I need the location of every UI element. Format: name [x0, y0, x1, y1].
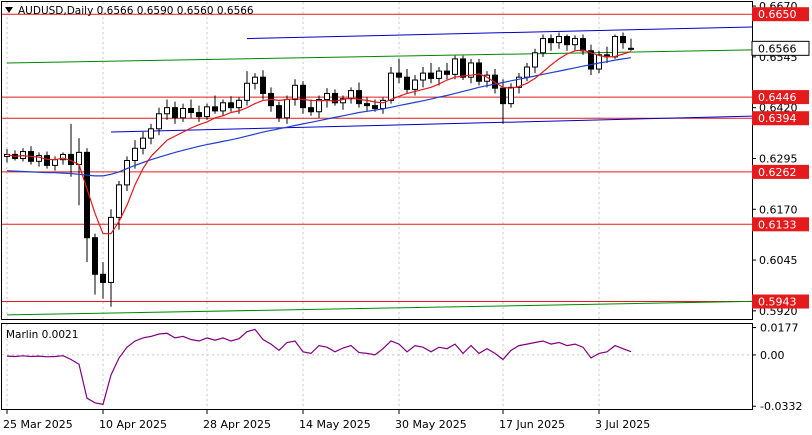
- candle-bear: [172, 107, 178, 119]
- price-tick-label: 0.6295: [759, 152, 798, 165]
- grid: [2, 2, 752, 409]
- candle-bear: [260, 76, 266, 94]
- candle-bear: [196, 112, 202, 118]
- candle-bull: [156, 113, 162, 130]
- candle-bull: [508, 86, 514, 105]
- candle-bull: [76, 151, 82, 166]
- candle-bear: [460, 58, 466, 78]
- candle-bear: [564, 36, 570, 46]
- level-label-text: 0.6394: [758, 112, 797, 125]
- candle-bear: [308, 107, 314, 113]
- marlin-label: Marlin 0.0021: [6, 329, 78, 341]
- candle-bear: [228, 102, 234, 109]
- main-plot-frame: [1, 1, 753, 320]
- candle-bull: [284, 99, 290, 119]
- indicator-plot-frame: [1, 323, 753, 410]
- trend-line: [6, 300, 753, 316]
- candle-bull: [132, 147, 138, 162]
- level-label-text: 0.6262: [758, 166, 797, 179]
- marlin-indicator: [6, 328, 632, 406]
- level-label-text: 0.6133: [758, 218, 797, 231]
- candle-bear: [364, 103, 370, 107]
- level-label-text: 0.6446: [758, 91, 797, 104]
- candle-bear: [212, 106, 218, 112]
- candle-bear: [580, 38, 586, 52]
- candle-bear: [300, 84, 306, 109]
- candle-bull: [540, 38, 546, 54]
- date-tick-label: 17 Jun 2025: [499, 418, 565, 431]
- candle-bull: [220, 102, 226, 112]
- moving-averages: [6, 49, 632, 235]
- candle-bull: [244, 82, 250, 101]
- symbol-header: AUDUSD,Daily 0.6566 0.6590 0.6560 0.6566: [18, 5, 254, 17]
- marlin-tick-label: 0.00: [760, 349, 785, 362]
- candle-bear: [444, 70, 450, 75]
- candle-bull: [140, 137, 146, 149]
- candle-bull: [180, 107, 186, 119]
- date-tick-label: 30 May 2025: [395, 418, 467, 431]
- price-axis: 0.66700.65450.64200.62950.61700.60450.59…: [752, 0, 802, 413]
- candle-bull: [532, 52, 538, 68]
- candle-bull: [524, 66, 530, 78]
- header-arrow-icon: [5, 7, 13, 13]
- chart-svg: 0.66700.65450.64200.62950.61700.60450.59…: [1, 0, 810, 431]
- candle-bull: [148, 128, 154, 139]
- current-price-label: 0.6566: [758, 42, 797, 55]
- candle-bear: [100, 273, 106, 283]
- candle-bull: [556, 36, 562, 44]
- trend-line: [246, 26, 753, 40]
- level-label-text: 0.6650: [758, 8, 797, 21]
- candle-bear: [356, 90, 362, 105]
- candle-bull: [612, 36, 618, 58]
- marlin-line: [6, 328, 632, 406]
- date-tick-label: 10 Apr 2025: [99, 418, 167, 431]
- candle-bear: [92, 237, 98, 275]
- candle-bull: [452, 58, 458, 75]
- price-tick-label: 0.6170: [759, 203, 798, 216]
- date-tick-label: 28 Apr 2025: [203, 418, 271, 431]
- candle-bull: [204, 106, 210, 118]
- date-tick-label: 25 Mar 2025: [3, 418, 73, 431]
- ma-fast-line: [6, 49, 632, 235]
- candle-bull: [252, 76, 258, 84]
- marlin-tick-label: -0.0332: [760, 400, 802, 413]
- date-tick-label: 3 Jul 2025: [595, 418, 650, 431]
- candle-bear: [188, 107, 194, 114]
- trend-line: [6, 49, 753, 64]
- candle-bull: [292, 84, 298, 101]
- candle-bull: [52, 159, 58, 166]
- candle-bear: [404, 76, 410, 90]
- candle-bull: [124, 160, 130, 186]
- candle-bull: [164, 107, 170, 115]
- candle-bull: [412, 79, 418, 90]
- candle-bear: [372, 105, 378, 109]
- candle-bear: [476, 62, 482, 82]
- candle-bull: [628, 47, 634, 50]
- candle-bear: [44, 155, 50, 166]
- candle-bull: [596, 54, 602, 70]
- price-tick-label: 0.6045: [759, 254, 798, 267]
- candle-bear: [500, 87, 506, 105]
- trend-lines: [6, 26, 753, 316]
- candle-bull: [420, 72, 426, 81]
- candle-bear: [276, 105, 282, 119]
- candle-bull: [108, 216, 114, 283]
- candle-bull: [236, 99, 242, 109]
- candle-bull: [388, 72, 394, 101]
- candle-bear: [396, 72, 402, 78]
- candle-bear: [428, 72, 434, 79]
- candle-bull: [116, 184, 122, 218]
- candle-bear: [548, 38, 554, 44]
- level-label-text: 0.5943: [758, 296, 797, 309]
- date-axis: 25 Mar 2025 10 Apr 2025 28 Apr 2025 14 May …: [3, 409, 650, 431]
- candle-bull: [324, 92, 330, 101]
- candle-bear: [620, 36, 626, 44]
- date-tick-label: 14 May 2025: [299, 418, 371, 431]
- marlin-tick-label: 0.0177: [760, 322, 799, 335]
- candle-bull: [572, 38, 578, 46]
- horizontal-levels: [2, 13, 752, 303]
- candle-bull: [436, 70, 442, 79]
- candles: [4, 32, 634, 307]
